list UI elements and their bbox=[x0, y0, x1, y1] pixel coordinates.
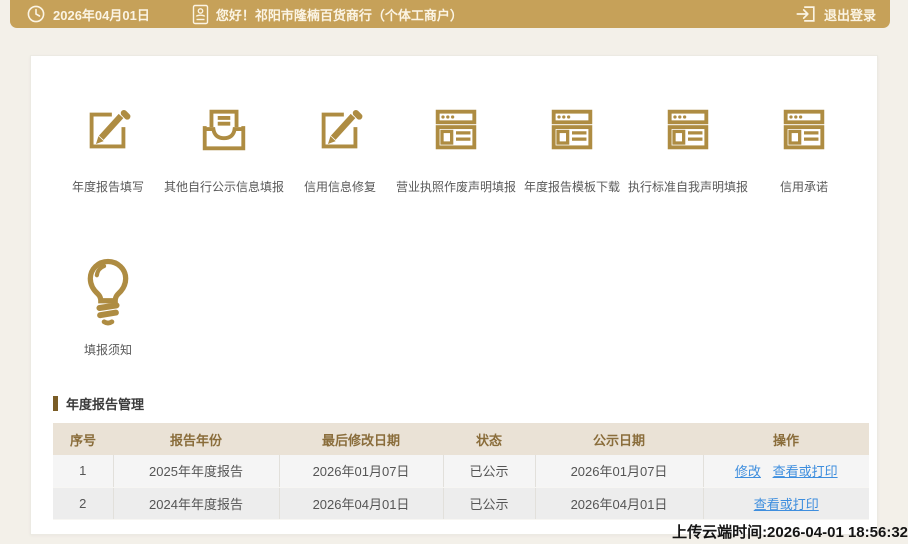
cell-status: 已公示 bbox=[443, 487, 536, 520]
section-accent-bar bbox=[53, 396, 58, 411]
cell-index: 2 bbox=[53, 487, 114, 520]
webpage-icon bbox=[428, 102, 484, 158]
view-or-print-link[interactable]: 查看或打印 bbox=[754, 497, 819, 512]
col-header-actions: 操作 bbox=[703, 423, 869, 455]
annual-report-table: 序号 报告年份 最后修改日期 状态 公示日期 操作 1 2025年年度报告 20… bbox=[53, 423, 869, 520]
menu-item-label: 年度报告模板下载 bbox=[523, 180, 620, 194]
menu-item-label: 其他自行公示信息填报 bbox=[164, 180, 285, 194]
cell-actions: 修改 查看或打印 bbox=[703, 455, 869, 488]
section-title: 年度报告管理 bbox=[66, 397, 145, 412]
topbar-date-group: 2026年04月01日 bbox=[26, 4, 150, 24]
cell-published-date: 2026年01月07日 bbox=[535, 455, 704, 488]
webpage-icon bbox=[776, 102, 832, 158]
menu-row-primary: 年度报告填写 其他自行公示信息填报 信用信息修复 营业执照作废声明填报 年度报告… bbox=[31, 56, 877, 195]
menu-item-filing-notice[interactable]: 填报须知 bbox=[50, 251, 166, 358]
cell-modified-date: 2026年01月07日 bbox=[279, 455, 444, 488]
topbar-greeting-group: 您好！祁阳市隆楠百货商行（个体工商户） bbox=[192, 4, 463, 25]
lightbulb-icon bbox=[70, 251, 146, 327]
webpage-icon bbox=[660, 102, 716, 158]
user-greeting: 您好！祁阳市隆楠百货商行（个体工商户） bbox=[215, 7, 463, 23]
menu-item-standard-self-declare[interactable]: 执行标准自我声明填报 bbox=[628, 102, 749, 195]
cell-actions: 查看或打印 bbox=[703, 487, 869, 520]
user-card-icon bbox=[192, 4, 209, 25]
upload-cloud-time: 上传云端时间:2026-04-01 18:56:32 bbox=[672, 524, 908, 541]
table-row: 2 2024年年度报告 2026年04月01日 已公示 2026年04月01日 … bbox=[53, 487, 869, 520]
view-or-print-link[interactable]: 查看或打印 bbox=[773, 464, 838, 479]
logout-label: 退出登录 bbox=[823, 7, 876, 23]
menu-item-credit-repair[interactable]: 信用信息修复 bbox=[282, 102, 398, 195]
menu-item-label: 执行标准自我声明填报 bbox=[628, 180, 749, 194]
menu-row-secondary: 填报须知 bbox=[31, 195, 877, 358]
table-header-row: 序号 报告年份 最后修改日期 状态 公示日期 操作 bbox=[53, 423, 869, 455]
current-date: 2026年04月01日 bbox=[53, 7, 150, 23]
webpage-icon bbox=[544, 102, 600, 158]
cell-modified-date: 2026年04月01日 bbox=[279, 487, 444, 520]
cell-report-year: 2024年年度报告 bbox=[113, 487, 280, 520]
menu-item-annual-report-fill[interactable]: 年度报告填写 bbox=[50, 102, 166, 195]
report-section-head: 年度报告管理 bbox=[53, 394, 877, 413]
col-header-year: 报告年份 bbox=[113, 423, 279, 455]
menu-item-license-void-declare[interactable]: 营业执照作废声明填报 bbox=[396, 102, 517, 195]
cell-status: 已公示 bbox=[443, 455, 536, 488]
clock-icon bbox=[26, 4, 46, 24]
menu-item-credit-commitment[interactable]: 信用承诺 bbox=[746, 102, 862, 195]
logout-arrow-icon bbox=[795, 3, 817, 25]
menu-item-label: 信用承诺 bbox=[779, 180, 828, 194]
menu-item-label: 营业执照作废声明填报 bbox=[396, 180, 517, 194]
table-row: 1 2025年年度报告 2026年01月07日 已公示 2026年01月07日 … bbox=[53, 455, 869, 488]
col-header-published: 公示日期 bbox=[535, 423, 703, 455]
cell-index: 1 bbox=[53, 455, 114, 488]
menu-item-label: 填报须知 bbox=[83, 343, 132, 357]
menu-item-label: 信用信息修复 bbox=[303, 180, 376, 194]
edit-icon bbox=[80, 102, 136, 158]
col-header-index: 序号 bbox=[53, 423, 113, 455]
inbox-document-icon bbox=[196, 102, 252, 158]
topbar: 2026年04月01日 您好！祁阳市隆楠百货商行（个体工商户） 退出登录 bbox=[10, 0, 890, 28]
col-header-modified: 最后修改日期 bbox=[279, 423, 443, 455]
menu-item-label: 年度报告填写 bbox=[71, 180, 144, 194]
edit-icon bbox=[312, 102, 368, 158]
menu-item-other-disclosure[interactable]: 其他自行公示信息填报 bbox=[164, 102, 285, 195]
cell-published-date: 2026年04月01日 bbox=[535, 487, 704, 520]
modify-link[interactable]: 修改 bbox=[735, 464, 761, 479]
cell-report-year: 2025年年度报告 bbox=[113, 455, 280, 488]
menu-item-report-template-download[interactable]: 年度报告模板下载 bbox=[514, 102, 630, 195]
logout-button[interactable]: 退出登录 bbox=[795, 3, 876, 25]
main-panel: 年度报告填写 其他自行公示信息填报 信用信息修复 营业执照作废声明填报 年度报告… bbox=[30, 55, 878, 535]
col-header-status: 状态 bbox=[443, 423, 535, 455]
